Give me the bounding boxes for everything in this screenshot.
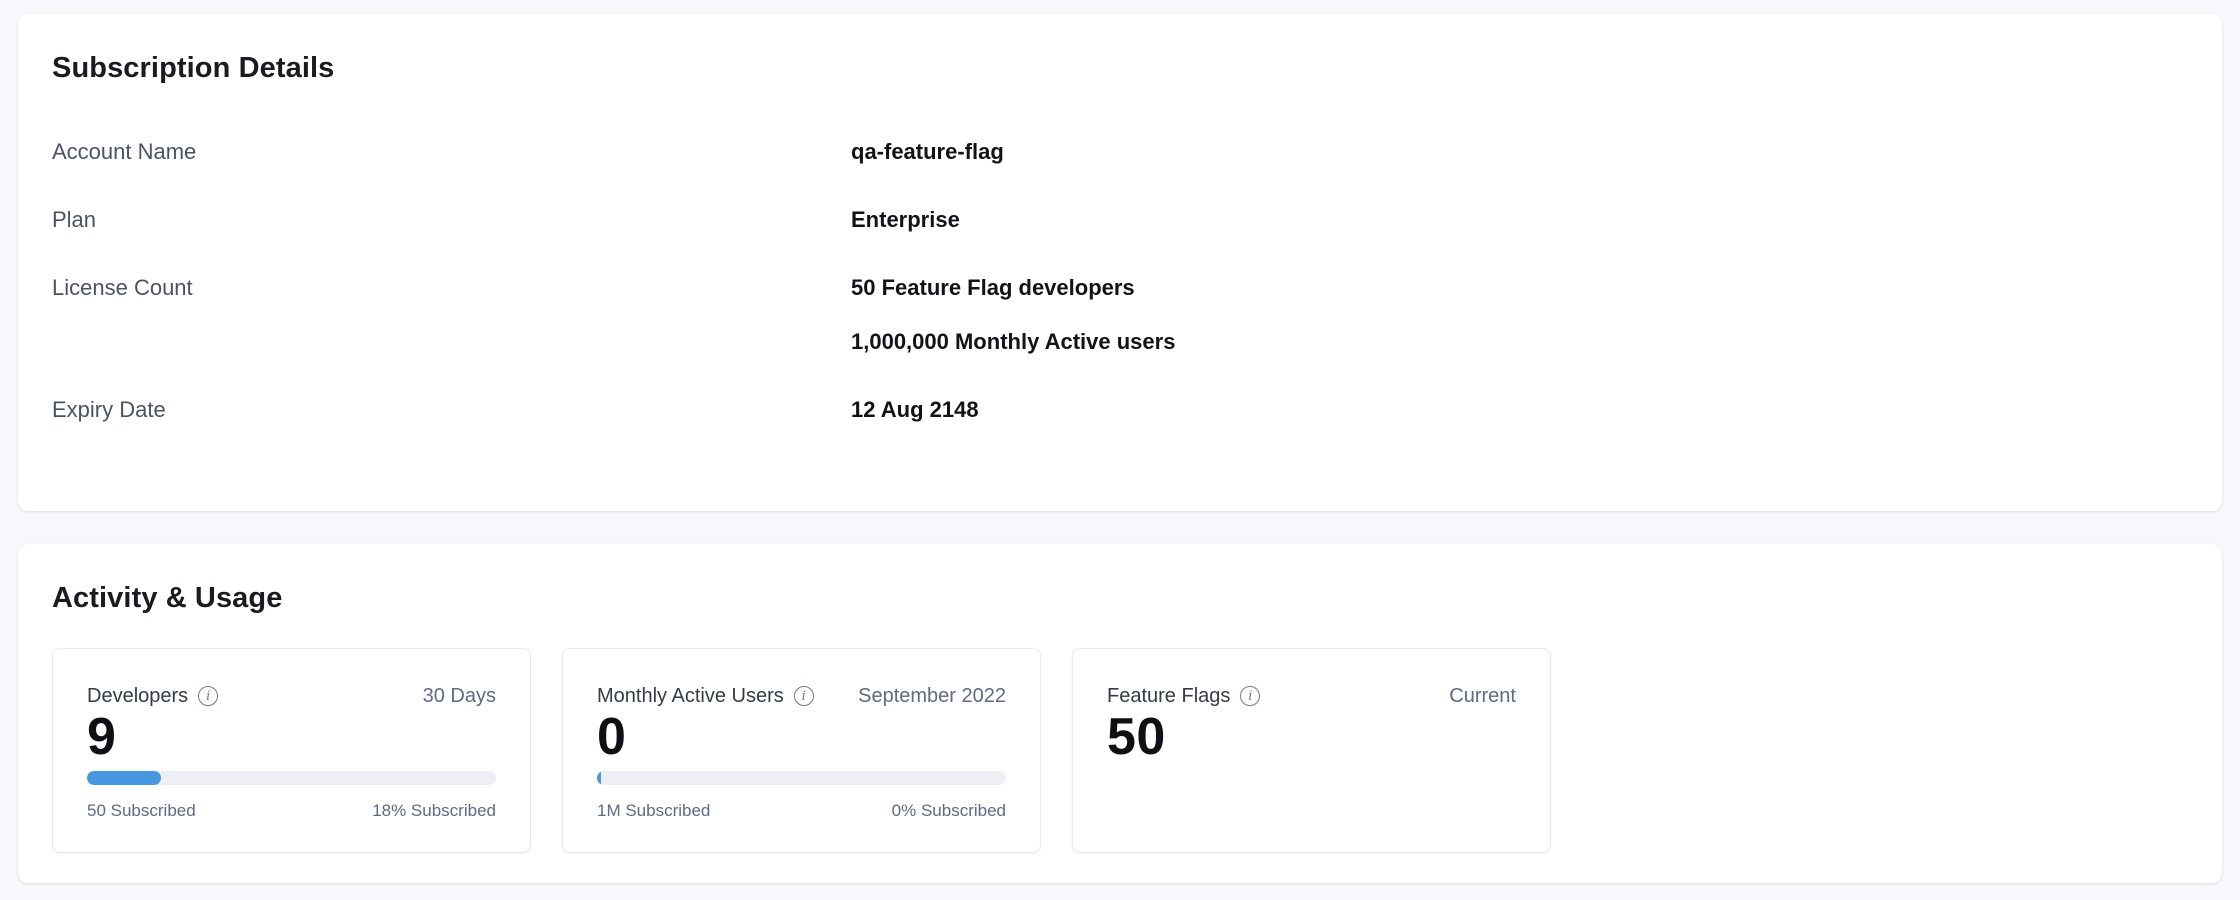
row-label: License Count — [52, 272, 851, 358]
progress-bar — [597, 771, 1006, 785]
period-label: 30 Days — [423, 683, 496, 709]
usage-cards-row: Developers i 30 Days 9 50 Subscribed 18%… — [52, 648, 2188, 853]
usage-card-header: Monthly Active Users i September 2022 — [597, 683, 1006, 709]
row-value: 50 Feature Flag developers — [851, 272, 1175, 304]
row-value: qa-feature-flag — [851, 136, 1004, 168]
subscribed-percent-label: 18% Subscribed — [372, 801, 496, 821]
metric-value: 50 — [1107, 711, 1516, 763]
period-label: September 2022 — [858, 683, 1006, 709]
row-license-count: License Count 50 Feature Flag developers… — [52, 272, 2188, 358]
activity-usage-title: Activity & Usage — [52, 580, 2188, 616]
row-value: 12 Aug 2148 — [851, 394, 979, 426]
row-label: Plan — [52, 204, 851, 236]
info-icon[interactable]: i — [794, 686, 814, 706]
metric-value: 9 — [87, 711, 496, 763]
usage-card-header: Developers i 30 Days — [87, 683, 496, 709]
row-expiry-date: Expiry Date 12 Aug 2148 — [52, 394, 2188, 426]
usage-card-header: Feature Flags i Current — [1107, 683, 1516, 709]
usage-card-developers: Developers i 30 Days 9 50 Subscribed 18%… — [52, 648, 531, 853]
subscribed-total-label: 1M Subscribed — [597, 801, 710, 821]
subscription-details-title: Subscription Details — [52, 50, 2188, 86]
metric-value: 0 — [597, 711, 1006, 763]
progress-bar — [87, 771, 496, 785]
info-icon[interactable]: i — [1240, 686, 1260, 706]
progress-bar-fill — [597, 771, 601, 785]
progress-bar-fill — [87, 771, 161, 785]
row-value: Enterprise — [851, 204, 960, 236]
metric-label: Monthly Active Users — [597, 683, 784, 709]
row-account-name: Account Name qa-feature-flag — [52, 136, 2188, 168]
subscription-details-card: Subscription Details Account Name qa-fea… — [18, 14, 2222, 511]
subscribed-percent-label: 0% Subscribed — [892, 801, 1006, 821]
subscribed-total-label: 50 Subscribed — [87, 801, 196, 821]
period-label: Current — [1449, 683, 1516, 709]
row-plan: Plan Enterprise — [52, 204, 2188, 236]
metric-label: Developers — [87, 683, 188, 709]
row-value: 1,000,000 Monthly Active users — [851, 326, 1175, 358]
activity-usage-card: Activity & Usage Developers i 30 Days 9 … — [18, 544, 2222, 883]
usage-card-feature-flags: Feature Flags i Current 50 — [1072, 648, 1551, 853]
usage-card-monthly-active-users: Monthly Active Users i September 2022 0 … — [562, 648, 1041, 853]
row-label: Expiry Date — [52, 394, 851, 426]
info-icon[interactable]: i — [198, 686, 218, 706]
metric-label: Feature Flags — [1107, 683, 1230, 709]
row-label: Account Name — [52, 136, 851, 168]
